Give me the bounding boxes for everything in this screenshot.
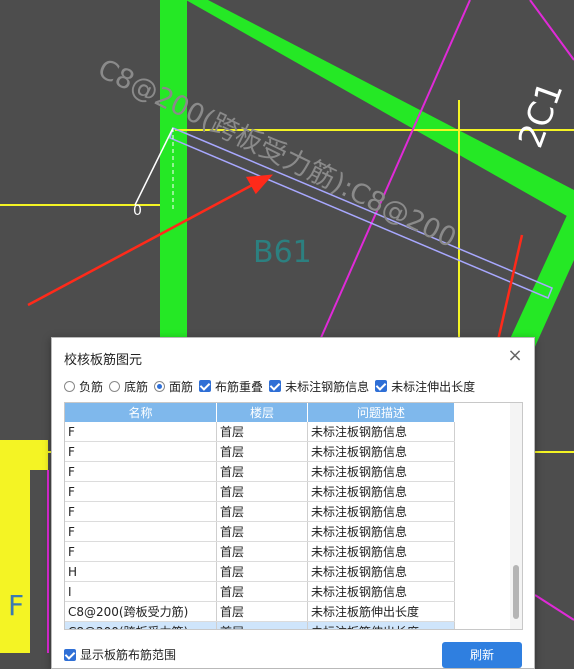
table-row[interactable]: C8@200(跨板受力筋) 首层 未标注板筋伸出长度 xyxy=(65,601,455,622)
cell-issue: 未标注板钢筋信息 xyxy=(307,441,455,462)
cell-issue: 未标注板钢筋信息 xyxy=(307,501,455,522)
cell-name: F xyxy=(65,521,217,542)
refresh-button[interactable]: 刷新 xyxy=(442,642,522,668)
cell-floor: 首层 xyxy=(216,561,308,582)
cell-issue: 未标注板钢筋信息 xyxy=(307,422,455,442)
cell-floor: 首层 xyxy=(216,541,308,562)
cell-floor: 首层 xyxy=(216,621,308,629)
check-rebar-dialog: 校核板筋图元 × 负筋 底筋 面筋 布筋重叠 未标注钢筋信息 未标注伸出长度 名… xyxy=(51,337,535,669)
cell-floor: 首层 xyxy=(216,601,308,622)
cell-issue: 未标注板筋伸出长度 xyxy=(307,621,455,629)
checkbox-checked-icon xyxy=(199,380,212,392)
cell-issue: 未标注板钢筋信息 xyxy=(307,481,455,502)
table-row[interactable]: F 首层 未标注板钢筋信息 xyxy=(65,521,455,542)
radio-icon xyxy=(64,380,75,392)
table-header-row: 名称 楼层 问题描述 xyxy=(65,403,455,422)
cell-issue: 未标注板钢筋信息 xyxy=(307,581,455,602)
cell-issue: 未标注板钢筋信息 xyxy=(307,541,455,562)
check-overlap[interactable]: 布筋重叠 xyxy=(199,378,263,395)
cell-floor: 首层 xyxy=(216,461,308,482)
dialog-titlebar[interactable]: 校核板筋图元 × xyxy=(52,338,534,376)
dialog-title: 校核板筋图元 xyxy=(64,353,143,368)
check-unlabeled-length[interactable]: 未标注伸出长度 xyxy=(375,378,475,395)
cell-floor: 首层 xyxy=(216,501,308,522)
cell-name: F xyxy=(65,422,217,442)
left-f-text: F xyxy=(8,589,24,622)
option-label: 未标注伸出长度 xyxy=(391,379,476,394)
cell-name: H xyxy=(65,561,217,582)
cell-floor: 首层 xyxy=(216,441,308,462)
cell-name: F xyxy=(65,461,217,482)
cell-name: C8@200(跨板受力筋) xyxy=(65,621,217,629)
column-header-issue[interactable]: 问题描述 xyxy=(307,403,455,422)
option-label: 布筋重叠 xyxy=(215,379,264,394)
option-label: 底筋 xyxy=(124,379,149,394)
radio-top-rebar[interactable]: 面筋 xyxy=(154,378,193,395)
results-table: 名称 楼层 问题描述 F 首层 未标注板钢筋信息 F 首层 未标注板钢筋信息 F 首层 未标… xyxy=(64,402,523,630)
vertical-scrollbar[interactable] xyxy=(510,403,522,629)
radio-bottom-rebar[interactable]: 底筋 xyxy=(109,378,148,395)
radio-icon xyxy=(109,380,121,392)
cell-name: I xyxy=(65,581,217,602)
radio-negative-rebar[interactable]: 负筋 xyxy=(64,378,103,395)
cell-issue: 未标注板钢筋信息 xyxy=(307,521,455,542)
show-range-option[interactable]: 显示板筋布筋范围 xyxy=(64,646,176,663)
column-header-name[interactable]: 名称 xyxy=(65,403,217,422)
cell-issue: 未标注板钢筋信息 xyxy=(307,561,455,582)
table-row[interactable]: F 首层 未标注板钢筋信息 xyxy=(65,461,455,482)
table-row[interactable]: F 首层 未标注板钢筋信息 xyxy=(65,541,455,562)
cell-issue: 未标注板筋伸出长度 xyxy=(307,601,455,622)
table-row[interactable]: F 首层 未标注板钢筋信息 xyxy=(65,481,455,502)
cell-floor: 首层 xyxy=(216,481,308,502)
check-unlabeled-info[interactable]: 未标注钢筋信息 xyxy=(269,378,369,395)
cell-name: F xyxy=(65,541,217,562)
checkbox-checked-icon xyxy=(375,380,388,392)
table-row[interactable]: F 首层 未标注板钢筋信息 xyxy=(65,501,455,522)
scrollbar-thumb[interactable] xyxy=(513,565,519,619)
cell-floor: 首层 xyxy=(216,581,308,602)
slab-name-text: B61 xyxy=(253,235,312,270)
filter-options: 负筋 底筋 面筋 布筋重叠 未标注钢筋信息 未标注伸出长度 xyxy=(64,376,481,396)
option-label: 面筋 xyxy=(169,379,194,394)
cell-name: C8@200(跨板受力筋) xyxy=(65,601,217,622)
cell-floor: 首层 xyxy=(216,422,308,442)
table-row[interactable]: I 首层 未标注板钢筋信息 xyxy=(65,581,455,602)
table-row[interactable]: F 首层 未标注板钢筋信息 xyxy=(65,422,455,442)
close-icon[interactable]: × xyxy=(506,347,524,365)
table-row[interactable]: H 首层 未标注板钢筋信息 xyxy=(65,561,455,582)
small-zero-text: 0 xyxy=(133,203,142,219)
cell-name: F xyxy=(65,501,217,522)
cell-issue: 未标注板钢筋信息 xyxy=(307,461,455,482)
table-row[interactable]: F 首层 未标注板钢筋信息 xyxy=(65,441,455,462)
option-label: 负筋 xyxy=(79,379,104,394)
show-range-label: 显示板筋布筋范围 xyxy=(80,648,177,662)
option-label: 未标注钢筋信息 xyxy=(285,379,370,394)
table-row-selected[interactable]: C8@200(跨板受力筋)首层未标注板筋伸出长度 xyxy=(65,621,455,629)
radio-selected-icon xyxy=(154,380,166,392)
cell-floor: 首层 xyxy=(216,521,308,542)
column-header-floor[interactable]: 楼层 xyxy=(216,403,308,422)
cell-name: F xyxy=(65,441,217,462)
cell-name: F xyxy=(65,481,217,502)
checkbox-checked-icon xyxy=(64,648,76,661)
checkbox-checked-icon xyxy=(269,380,282,392)
